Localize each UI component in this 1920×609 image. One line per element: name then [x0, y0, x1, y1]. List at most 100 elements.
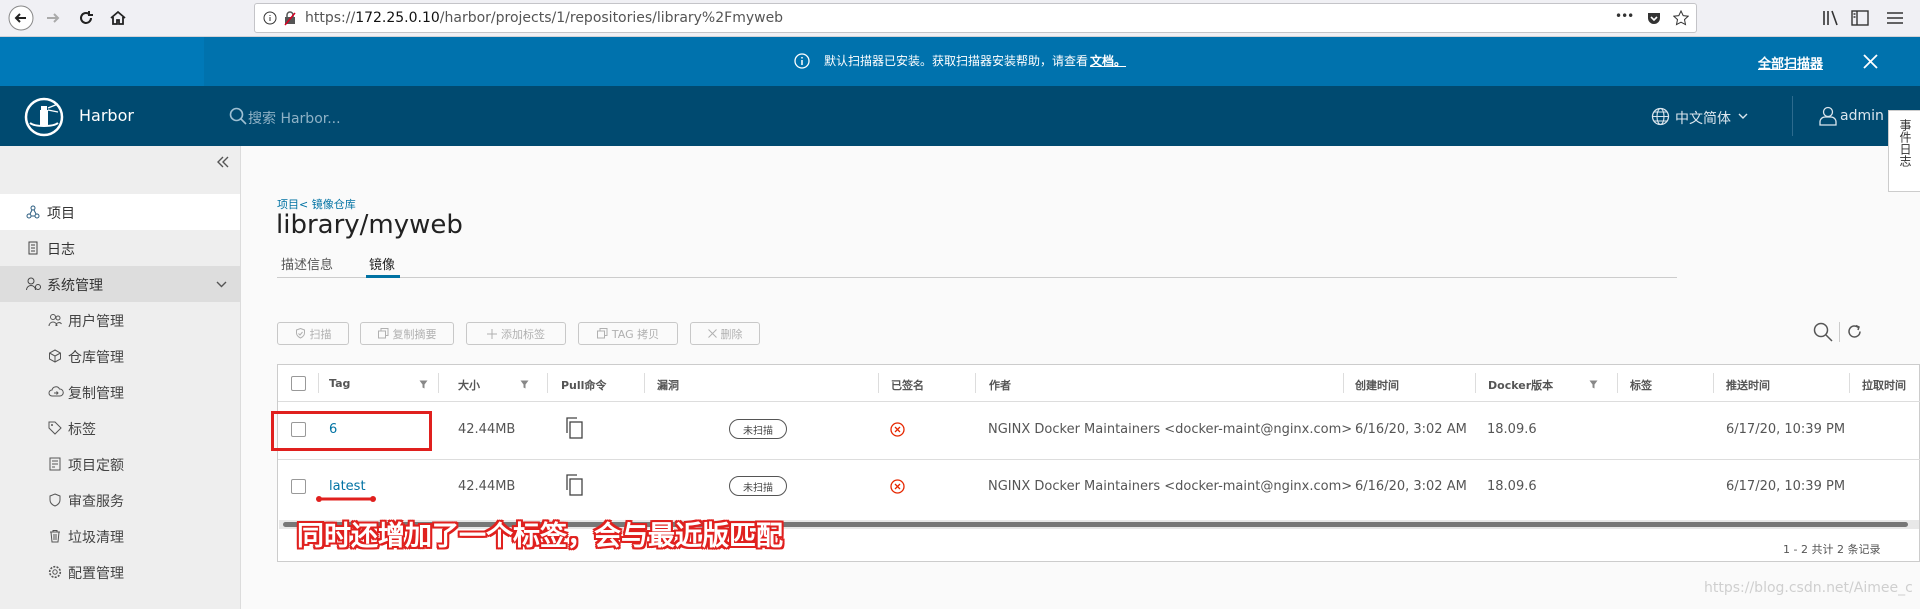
sidebar-item-label: 标签	[68, 422, 96, 438]
tag-copy-button[interactable]: TAG 拷贝	[578, 322, 678, 345]
copy-pull-command-icon[interactable]	[565, 474, 583, 496]
tag-icon	[48, 421, 62, 435]
size-cell: 42.44MB	[458, 479, 516, 494]
sidebar-toggle-icon[interactable]	[1851, 10, 1869, 26]
row-checkbox[interactable]	[291, 479, 306, 494]
search-icon[interactable]	[1813, 322, 1833, 342]
banner-text: 默认扫描器已安装。获取扫描器安装帮助，请查看	[823, 54, 1088, 68]
sidebar-item-users[interactable]: 用户管理	[0, 302, 240, 338]
column-header-labels[interactable]: 标签	[1630, 365, 1652, 401]
column-header-signed[interactable]: 已签名	[891, 365, 924, 401]
shield-check-icon	[295, 328, 305, 339]
refresh-icon[interactable]	[1846, 323, 1863, 340]
pocket-icon[interactable]	[1646, 10, 1662, 26]
menu-icon[interactable]	[1886, 10, 1904, 26]
harbor-logo-icon[interactable]	[24, 97, 64, 137]
close-icon[interactable]	[1863, 54, 1878, 69]
sidebar-item-label: 日志	[47, 242, 75, 258]
all-scanners-link[interactable]: 全部扫描器	[1758, 53, 1823, 72]
sidebar-item-replications[interactable]: 复制管理	[0, 374, 240, 410]
sidebar-item-admin[interactable]: 系统管理	[0, 266, 240, 302]
user-icon[interactable]	[1819, 106, 1837, 126]
scan-button[interactable]: 扫描	[277, 322, 349, 345]
sidebar-item-label: 审查服务	[68, 494, 124, 510]
scanner-banner: 默认扫描器已安装。获取扫描器安装帮助，请查看 文档。 全部扫描器	[0, 37, 1920, 86]
sidebar-item-projects[interactable]: 项目	[0, 194, 240, 230]
sidebar-item-label: 项目	[47, 206, 75, 222]
page-actions-menu[interactable]: •••	[1615, 9, 1634, 23]
sidebar-item-label: 系统管理	[47, 278, 103, 294]
tag-link[interactable]: latest	[329, 479, 366, 494]
language-selector[interactable]: 中文简体	[1675, 108, 1731, 128]
sidebar-item-registries[interactable]: 仓库管理	[0, 338, 240, 374]
column-header-pull[interactable]: Pull命令	[561, 365, 606, 401]
collapse-sidebar-icon[interactable]	[216, 156, 230, 168]
author-cell: NGINX Docker Maintainers <docker-maint@n…	[988, 422, 1353, 437]
add-label-button[interactable]: 添加标签	[466, 322, 566, 345]
brand-name[interactable]: Harbor	[79, 106, 134, 125]
home-button[interactable]	[103, 3, 133, 33]
sidebar-item-label: 垃圾清理	[68, 530, 124, 546]
home-icon	[110, 10, 126, 25]
not-signed-icon	[890, 479, 905, 494]
column-header-pull-time[interactable]: 拉取时间	[1862, 365, 1906, 401]
column-header-vulnerability[interactable]: 漏洞	[657, 365, 679, 401]
column-header-docker-version[interactable]: Docker版本	[1488, 365, 1553, 401]
chevron-down-icon[interactable]	[1738, 113, 1748, 120]
scan-status-badge[interactable]: 未扫描	[729, 476, 787, 496]
tab-images[interactable]: 镜像	[369, 254, 395, 273]
log-icon	[28, 241, 38, 255]
row-divider	[278, 459, 1920, 460]
created-cell: 6/16/20, 3:02 AM	[1355, 422, 1467, 437]
filter-icon[interactable]	[419, 380, 428, 389]
column-header-created[interactable]: 创建时间	[1355, 365, 1399, 401]
user-menu[interactable]: admin	[1840, 108, 1884, 124]
copy-icon	[377, 328, 388, 339]
sidebar: 项目 日志 系统管理 用户管理 仓库管理 复制管理 标签 项目定额 审查服务 垃…	[0, 146, 241, 609]
globe-icon[interactable]	[1651, 107, 1670, 126]
docker-version-cell: 18.09.6	[1487, 479, 1537, 494]
banner-doc-link[interactable]: 文档。	[1090, 52, 1126, 69]
reload-button[interactable]	[71, 3, 101, 33]
not-signed-icon	[890, 422, 905, 437]
sidebar-item-interrogation[interactable]: 审查服务	[0, 482, 240, 518]
sidebar-item-logs[interactable]: 日志	[0, 230, 240, 266]
quota-icon	[49, 457, 61, 471]
scan-status-badge[interactable]: 未扫描	[729, 419, 787, 439]
event-log-tab[interactable]: 事件日志	[1888, 110, 1920, 192]
project-icon	[26, 205, 40, 219]
sidebar-item-config[interactable]: 配置管理	[0, 554, 240, 590]
tab-info[interactable]: 描述信息	[281, 254, 333, 273]
address-bar[interactable]: https://172.25.0.10/harbor/projects/1/re…	[254, 3, 1697, 33]
column-header-tag[interactable]: Tag	[329, 365, 350, 401]
column-divider	[1343, 373, 1344, 393]
search-icon[interactable]	[229, 107, 247, 125]
delete-button[interactable]: 删除	[690, 322, 760, 345]
column-divider	[547, 373, 548, 393]
column-header-push-time[interactable]: 推送时间	[1726, 365, 1770, 401]
insecure-lock-icon[interactable]	[282, 10, 298, 26]
library-icon[interactable]	[1822, 10, 1840, 26]
annotation-highlight-box	[271, 411, 432, 451]
info-icon[interactable]	[263, 11, 277, 25]
column-divider	[1475, 373, 1476, 393]
column-header-size[interactable]: 大小	[458, 365, 480, 401]
search-input[interactable]: 搜索 Harbor...	[248, 108, 341, 128]
cube-icon	[49, 349, 61, 363]
copy-digest-button[interactable]: 复制摘要	[360, 322, 454, 345]
tabs-divider	[277, 277, 1677, 278]
back-button[interactable]	[6, 3, 36, 33]
chevron-down-icon[interactable]	[216, 281, 227, 288]
toolbar-divider	[1839, 322, 1840, 342]
column-header-author[interactable]: 作者	[989, 365, 1011, 401]
sidebar-item-quotas[interactable]: 项目定额	[0, 446, 240, 482]
forward-button[interactable]	[38, 3, 68, 33]
select-all-checkbox[interactable]	[291, 376, 306, 391]
sidebar-item-gc[interactable]: 垃圾清理	[0, 518, 240, 554]
sidebar-item-labels[interactable]: 标签	[0, 410, 240, 446]
filter-icon[interactable]	[1589, 380, 1598, 389]
copy-pull-command-icon[interactable]	[565, 417, 583, 439]
filter-icon[interactable]	[520, 380, 529, 389]
bookmark-star-icon[interactable]	[1673, 10, 1689, 26]
forward-arrow-icon	[47, 13, 60, 23]
